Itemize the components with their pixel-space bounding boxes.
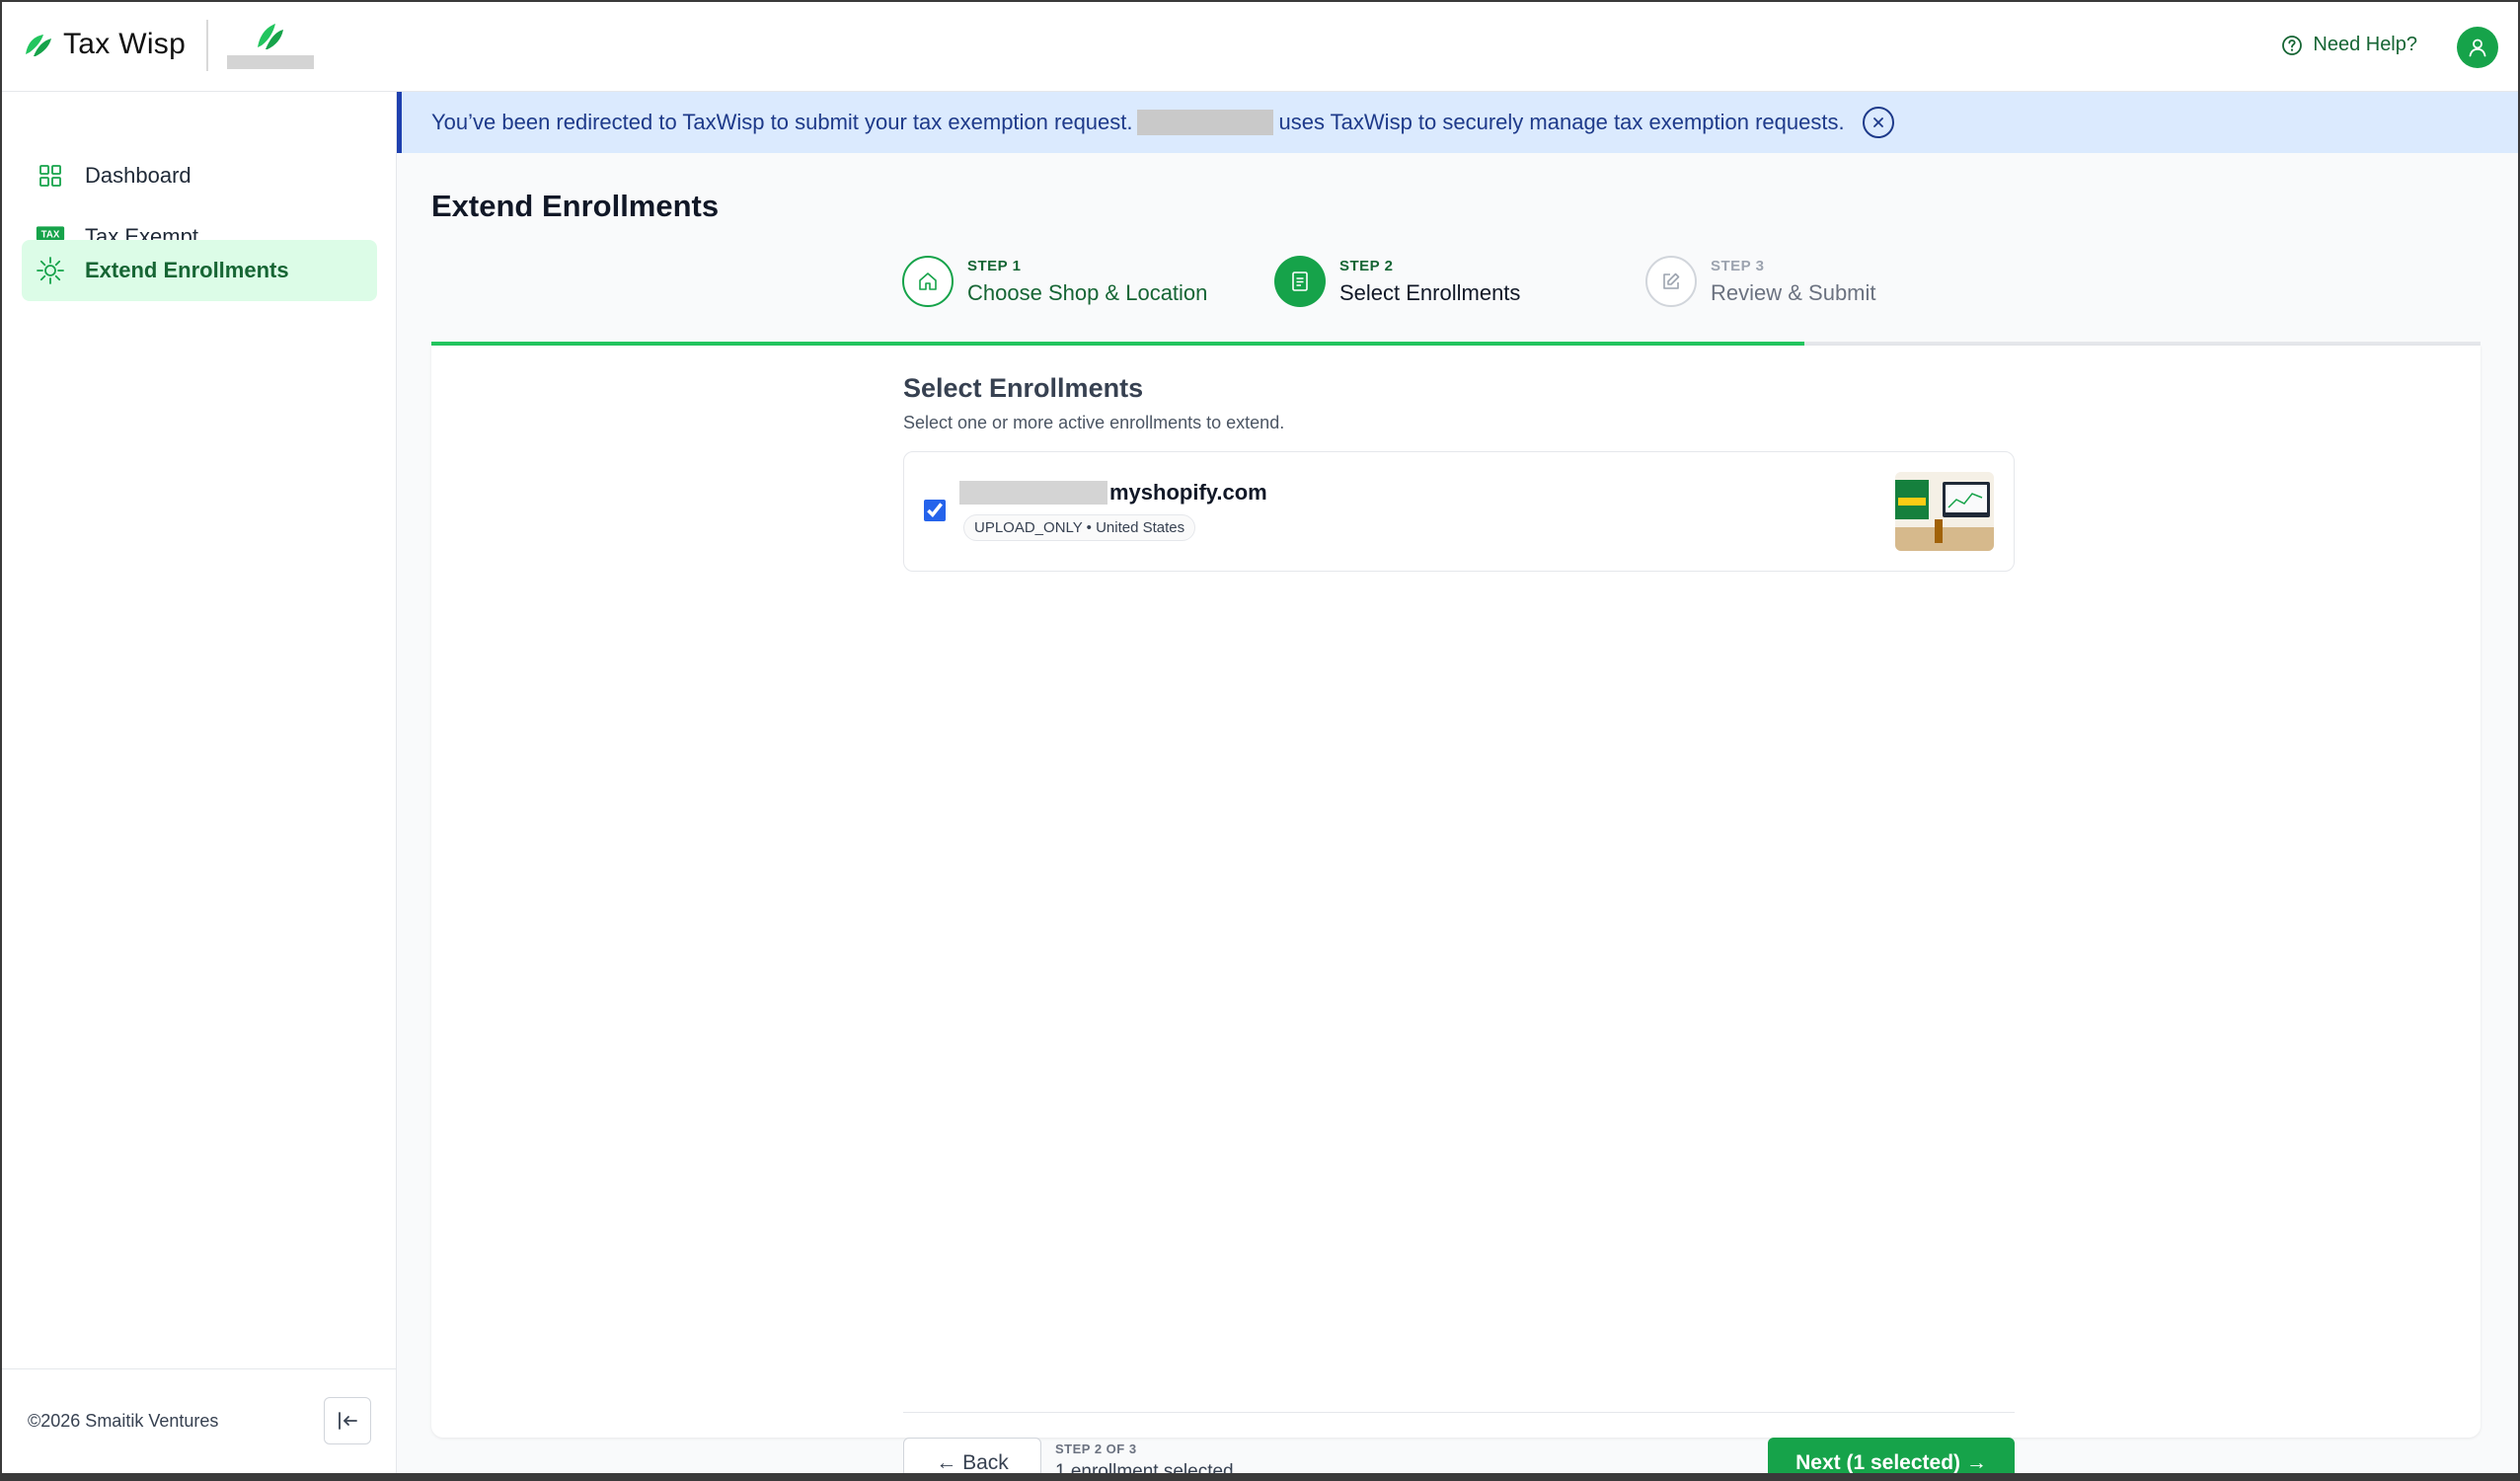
main-content: You’ve been redirected to TaxWisp to sub… — [397, 92, 2518, 1473]
step-3-circle — [1645, 256, 1697, 307]
step-count: STEP 2 OF 3 — [1055, 1442, 1137, 1456]
close-icon — [1872, 117, 1883, 127]
redirect-banner: You’ve been redirected to TaxWisp to sub… — [397, 92, 2518, 153]
brand-logo[interactable]: Tax Wisp — [24, 28, 186, 61]
section-subtitle: Select one or more active enrollments to… — [903, 413, 1285, 432]
grid-icon — [36, 161, 65, 191]
banner-text-after: uses TaxWisp to securely manage tax exem… — [1278, 110, 1845, 134]
collapse-left-icon — [339, 1412, 357, 1430]
question-circle-icon — [2282, 35, 2303, 55]
partner-name-redacted — [227, 55, 314, 69]
step-1-circle — [902, 256, 954, 307]
shop-thumbnail — [1895, 472, 1994, 551]
need-help-link[interactable]: Need Help? — [2281, 34, 2417, 56]
shop-domain-suffix: myshopify.com — [1109, 480, 1267, 505]
home-icon — [919, 273, 937, 290]
step-2-circle — [1274, 256, 1326, 307]
next-button[interactable]: Next (1 selected) → — [1768, 1438, 2015, 1473]
sidebar: Dashboard TAX Tax Exempt Extend Enrollme… — [2, 92, 397, 1473]
banner-close-button[interactable] — [1862, 107, 1894, 138]
collapse-sidebar-button[interactable] — [324, 1397, 371, 1444]
user-avatar[interactable] — [2457, 27, 2498, 68]
top-header: Tax Wisp Need Help? — [2, 2, 2518, 92]
tax-icon-text: TAX — [41, 229, 60, 240]
step-3-number: STEP 3 — [1711, 257, 1765, 274]
user-icon — [2469, 39, 2486, 57]
step-3-label: Review & Submit — [1711, 279, 1876, 305]
section-title: Select Enrollments — [903, 373, 1144, 403]
sidebar-item-extend-enrollments[interactable]: Extend Enrollments — [22, 240, 377, 301]
gear-icon — [36, 256, 65, 285]
copyright-text: ©2026 Smaitik Ventures — [28, 1411, 219, 1431]
step-1-number: STEP 1 — [967, 257, 1022, 274]
shop-thumbnail-image — [1895, 472, 1994, 551]
merchant-name-redacted — [1136, 110, 1273, 135]
sidebar-item-label: Extend Enrollments — [85, 258, 289, 282]
partner-logo — [227, 20, 314, 71]
enrollment-row[interactable]: myshopify.com UPLOAD_ONLY • United State… — [903, 451, 2015, 572]
step-2-number: STEP 2 — [1339, 257, 1394, 274]
back-button[interactable]: ← Back — [903, 1438, 1041, 1473]
step-3[interactable]: STEP 3 Review & Submit — [1645, 256, 1876, 307]
enrollment-checkbox[interactable] — [924, 500, 946, 521]
banner-text-before: You’ve been redirected to TaxWisp to sub… — [431, 110, 1133, 134]
step-2-label: Select Enrollments — [1339, 279, 1521, 305]
leaf-logo-icon — [26, 35, 51, 56]
shop-domain: myshopify.com — [959, 480, 1267, 506]
edit-icon — [1663, 273, 1680, 289]
sidebar-item-label: Dashboard — [85, 163, 191, 188]
shop-name-redacted — [959, 481, 1107, 505]
step-2[interactable]: STEP 2 Select Enrollments — [1274, 256, 1520, 307]
enrollment-badge: UPLOAD_ONLY • United States — [963, 514, 1196, 541]
page-title: Extend Enrollments — [431, 189, 720, 223]
sidebar-item-dashboard[interactable]: Dashboard — [22, 145, 377, 206]
brand-divider — [206, 20, 208, 71]
sidebar-footer: ©2026 Smaitik Ventures — [2, 1368, 396, 1473]
step-1[interactable]: STEP 1 Choose Shop & Location — [902, 256, 1207, 307]
enrollments-card: Select Enrollments Select one or more ac… — [431, 346, 2481, 1473]
app-window: Tax Wisp Need Help? Dashboard TAX Tax Ex… — [0, 0, 2520, 1481]
partner-leaf-icon — [258, 24, 283, 49]
document-icon — [1292, 272, 1308, 291]
step-1-label: Choose Shop & Location — [967, 279, 1208, 305]
brand-name: Tax Wisp — [63, 28, 187, 60]
selected-count: 1 enrollment selected — [1055, 1461, 1234, 1481]
need-help-label: Need Help? — [2313, 34, 2417, 55]
footer-divider — [903, 1412, 2015, 1413]
